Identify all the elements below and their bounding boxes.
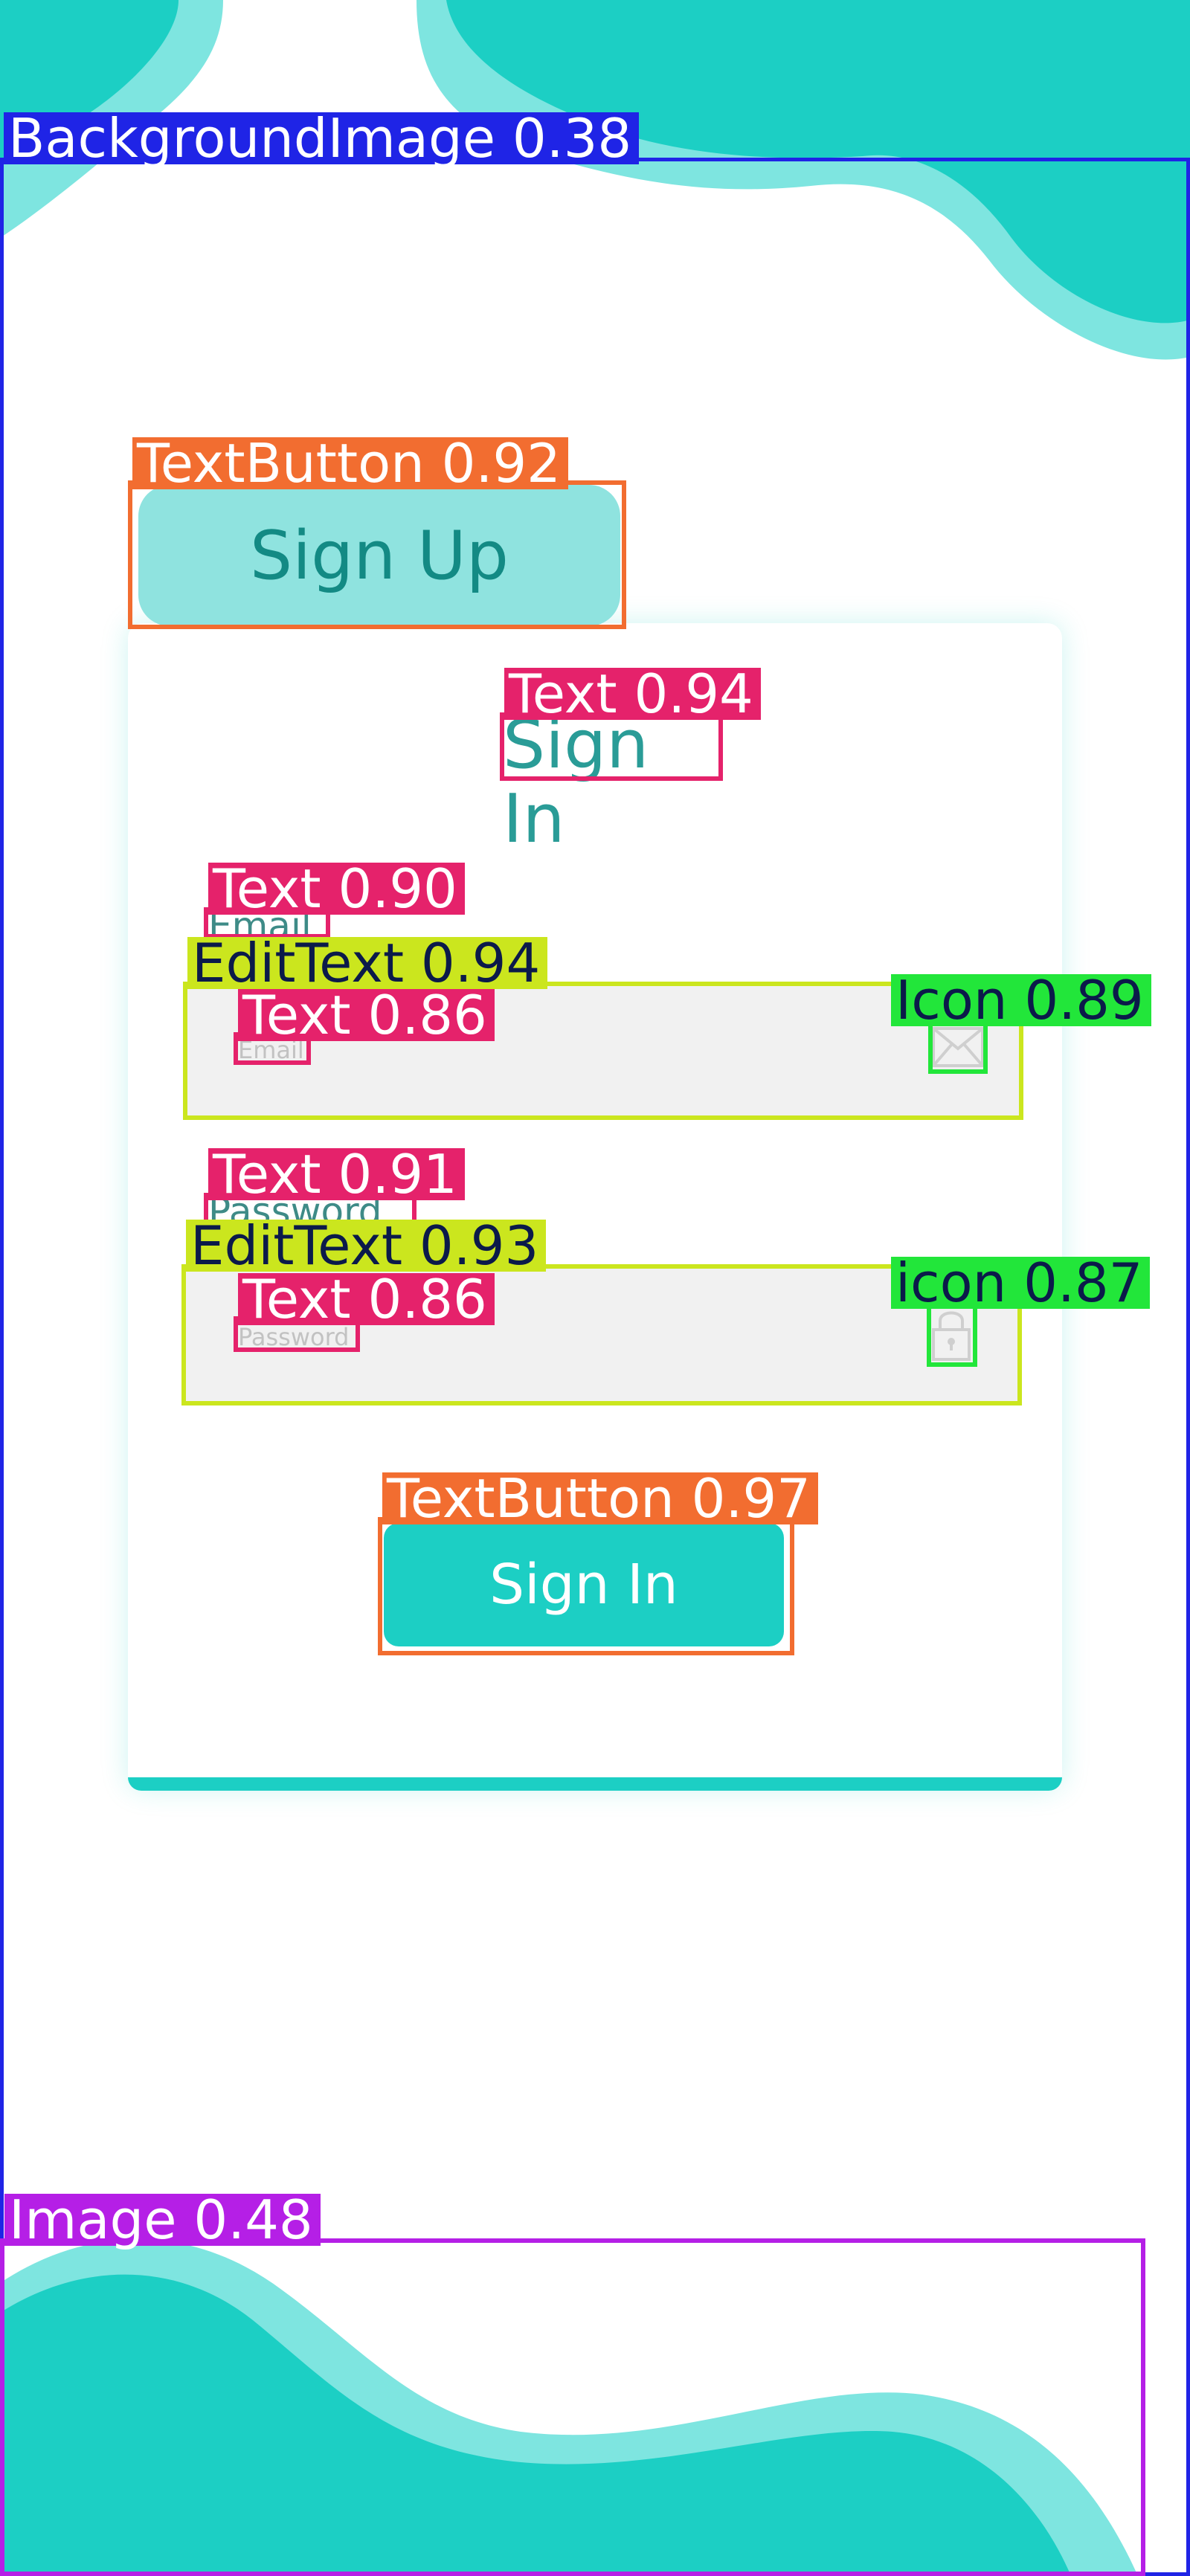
- annotation-label-password-label: Text 0.91: [208, 1147, 465, 1201]
- annotation-label-bottom-image: Image 0.48: [4, 2193, 321, 2247]
- annotation-box-title: Text 0.94: [500, 667, 761, 781]
- annotation-label-signup-button: TextButton 0.92: [132, 437, 568, 490]
- annotation-box-bottom-image: Image 0.48: [0, 2193, 1145, 2576]
- annotation-box-signin-button: TextButton 0.97: [378, 1472, 818, 1655]
- annotation-box-password-icon: icon 0.87: [891, 1256, 1151, 1367]
- annotation-label-password-icon: icon 0.87: [891, 1256, 1151, 1310]
- annotation-label-email-icon: Icon 0.89: [891, 973, 1151, 1027]
- annotation-label-background-image: BackgroundImage 0.38: [4, 112, 640, 165]
- annotation-box-email-icon: Icon 0.89: [891, 973, 1151, 1074]
- annotation-box-email-placeholder: Text 0.86: [234, 988, 495, 1065]
- annotation-label-password-placeholder: Text 0.86: [238, 1272, 495, 1326]
- annotation-label-title: Text 0.94: [504, 667, 761, 721]
- annotation-box-password-placeholder: Text 0.86: [234, 1272, 495, 1352]
- annotation-label-email-placeholder: Text 0.86: [238, 988, 495, 1042]
- annotation-label-signin-button: TextButton 0.97: [382, 1472, 818, 1525]
- annotation-label-email-edit: EditText 0.94: [187, 936, 548, 990]
- annotation-label-password-edit: EditText 0.93: [186, 1219, 547, 1272]
- annotation-label-email-label: Text 0.90: [208, 862, 465, 915]
- annotation-box-signup-button: TextButton 0.92: [128, 437, 626, 629]
